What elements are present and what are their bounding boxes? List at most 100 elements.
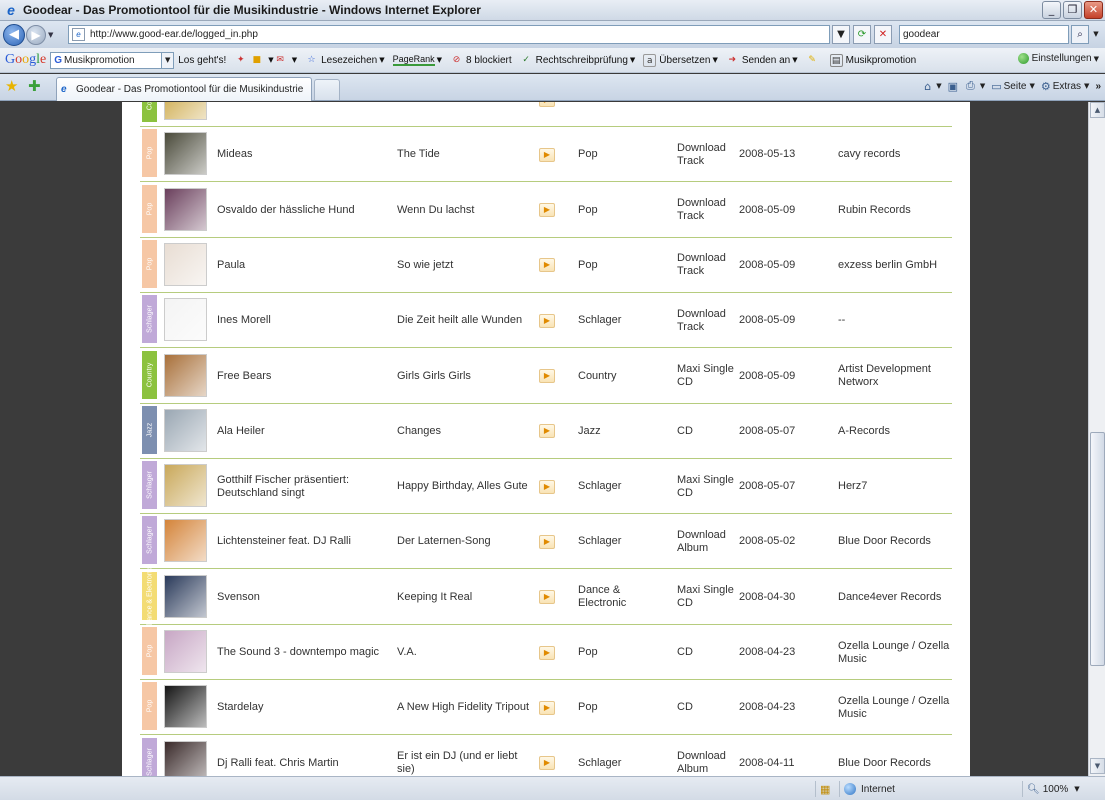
artist-cell[interactable]: Ines Morell (217, 293, 389, 348)
album-cover[interactable] (164, 132, 207, 176)
title-cell[interactable]: Changes (397, 404, 537, 459)
album-cover[interactable] (164, 353, 207, 397)
play-icon[interactable]: ▶ (539, 102, 555, 107)
title-cell[interactable]: The Tide (397, 127, 537, 182)
favorites-star-icon[interactable]: ★ (5, 79, 18, 94)
title-cell[interactable]: Happy Birthday, Alles Gute (397, 459, 537, 514)
google-search-input[interactable]: G Musikpromotion (50, 51, 163, 69)
artist-cell[interactable] (217, 102, 389, 127)
history-dropdown[interactable]: ▼ (48, 31, 58, 39)
back-button[interactable]: ◀ (3, 23, 25, 46)
artist-cell[interactable]: Ala Heiler (217, 404, 389, 459)
album-cover[interactable] (164, 685, 207, 729)
table-row[interactable]: Pop The Sound 3 - downtempo magic V.A. ▶… (140, 625, 952, 680)
table-row[interactable]: Country Free Bears Girls Girls Girls ▶ C… (140, 349, 952, 404)
minimize-button[interactable]: _ (1042, 1, 1061, 19)
highlight-button[interactable]: ✎ (806, 54, 822, 67)
album-cover[interactable] (164, 519, 207, 563)
table-row[interactable]: Dance & Electronic Svenson Keeping It Re… (140, 566, 952, 625)
title-cell[interactable]: Der Laternen-Song (397, 514, 537, 569)
album-cover[interactable] (164, 574, 207, 618)
table-row[interactable]: Jazz Ala Heiler Changes ▶ Jazz CD 2008-0… (140, 404, 952, 459)
table-row[interactable]: Schlager Ines Morell Die Zeit heilt alle… (140, 293, 952, 349)
scroll-down-arrow[interactable]: ▼ (1090, 758, 1105, 774)
album-cover[interactable] (164, 187, 207, 231)
play-icon[interactable]: ▶ (539, 534, 555, 549)
popup-blocker[interactable]: ⊘ 8 blockiert (450, 54, 512, 67)
artist-cell[interactable]: Mideas (217, 127, 389, 182)
album-cover[interactable] (164, 408, 207, 452)
play-icon[interactable]: ▶ (539, 203, 555, 218)
title-cell[interactable]: Girls Girls Girls (397, 349, 537, 404)
title-cell[interactable]: Er ist ein DJ (und er liebt sie) (397, 736, 537, 776)
status-security[interactable]: ▦ (815, 781, 839, 797)
artist-cell[interactable]: Stardelay (217, 680, 389, 735)
settings-menu[interactable]: Einstellungen ▼ (1017, 53, 1099, 64)
search-term-button[interactable]: ▤ Musikpromotion (829, 53, 916, 67)
artist-cell[interactable]: Lichtensteiner feat. DJ Ralli (217, 514, 389, 569)
zoom-control[interactable]: 🔍︎ 100% ▼ (1022, 781, 1102, 797)
album-cover[interactable] (164, 242, 207, 286)
vertical-scrollbar[interactable]: ▲ ▼ (1088, 102, 1105, 776)
album-cover[interactable] (164, 630, 207, 673)
stop-icon[interactable]: ✕ (874, 25, 892, 44)
print-button[interactable]: ⎙ ▼ (966, 79, 985, 93)
artist-cell[interactable]: Gotthilf Fischer präsentiert: Deutschlan… (217, 459, 389, 514)
feeds-button[interactable]: ▣ (948, 80, 960, 93)
table-row[interactable]: Country ▶ CD (140, 102, 952, 127)
title-cell[interactable] (397, 102, 537, 127)
url-dropdown[interactable]: ▼ (832, 25, 850, 44)
refresh-icon[interactable]: ⟳ (853, 25, 871, 44)
album-cover[interactable] (164, 464, 207, 508)
table-row[interactable]: Pop Osvaldo der hässliche Hund Wenn Du l… (140, 183, 952, 238)
url-field[interactable]: e http://www.good-ear.de/logged_in.php (68, 25, 830, 44)
table-row[interactable]: Schlager Dj Ralli feat. Chris Martin Er … (140, 736, 952, 776)
play-icon[interactable]: ▶ (539, 424, 555, 439)
google-search-dropdown[interactable]: ▼ (162, 51, 175, 69)
artist-cell[interactable]: Osvaldo der hässliche Hund (217, 183, 389, 238)
table-row[interactable]: Schlager Lichtensteiner feat. DJ Ralli D… (140, 514, 952, 570)
table-row[interactable]: Pop Stardelay A New High Fidelity Tripou… (140, 680, 952, 736)
artist-cell[interactable]: Svenson (217, 570, 389, 625)
spellcheck-menu[interactable]: ✓ Rechtschreibprüfung ▼ (520, 54, 635, 67)
go-button[interactable]: Los geht's! (178, 55, 226, 66)
title-cell[interactable]: So wie jetzt (397, 238, 537, 293)
table-row[interactable]: Pop Paula So wie jetzt ▶ Pop Download Tr… (140, 238, 952, 293)
album-cover[interactable] (164, 740, 207, 776)
play-icon[interactable]: ▶ (539, 258, 555, 273)
title-cell[interactable]: A New High Fidelity Tripout (397, 680, 537, 735)
table-row[interactable]: Schlager Gotthilf Fischer präsentiert: D… (140, 459, 952, 515)
bookmarks-menu[interactable]: ☆ Lesezeichen ▼ (305, 54, 385, 67)
artist-cell[interactable]: Dj Ralli feat. Chris Martin (217, 736, 389, 776)
album-cover[interactable] (164, 102, 207, 120)
title-cell[interactable]: Die Zeit heilt alle Wunden (397, 293, 537, 348)
extras-menu[interactable]: ⚙ Extras ▼ (1041, 80, 1090, 93)
home-button[interactable]: ⌂ ▼ (924, 80, 941, 93)
table-row[interactable]: Pop Mideas The Tide ▶ Pop Download Track… (140, 127, 952, 183)
play-icon[interactable]: ▶ (539, 756, 555, 771)
search-dropdown[interactable]: ▼ (1090, 25, 1102, 44)
play-icon[interactable]: ▶ (539, 645, 555, 660)
more-chevron[interactable]: » (1095, 81, 1101, 92)
artist-cell[interactable]: Free Bears (217, 349, 389, 404)
send-menu[interactable]: ➜ Senden an ▼ (726, 54, 798, 67)
add-favorite-icon[interactable]: ✚ (28, 79, 41, 94)
play-icon[interactable]: ▶ (539, 147, 555, 162)
restore-button[interactable]: ❐ (1063, 1, 1082, 19)
album-cover[interactable] (164, 298, 207, 342)
forward-button[interactable]: ▶ (26, 24, 46, 45)
play-icon[interactable]: ▶ (539, 313, 555, 328)
toolbar-icons[interactable]: ✦ ■ ▼ ✉ ▼ (234, 54, 297, 67)
pagerank-menu[interactable]: PageRank ▼ (392, 54, 442, 66)
play-icon[interactable]: ▶ (539, 700, 555, 715)
title-cell[interactable]: V.A. (397, 625, 537, 680)
translate-menu[interactable]: a Übersetzen ▼ (643, 53, 718, 67)
search-icon[interactable]: ⌕ (1071, 25, 1089, 44)
play-icon[interactable]: ▶ (539, 369, 555, 383)
scroll-up-arrow[interactable]: ▲ (1090, 102, 1105, 118)
play-icon[interactable]: ▶ (539, 479, 555, 494)
close-button[interactable]: ✕ (1084, 1, 1103, 19)
title-cell[interactable]: Keeping It Real (397, 570, 537, 625)
new-tab-button[interactable] (314, 79, 340, 100)
page-menu[interactable]: ▭ Seite ▼ (991, 80, 1035, 93)
